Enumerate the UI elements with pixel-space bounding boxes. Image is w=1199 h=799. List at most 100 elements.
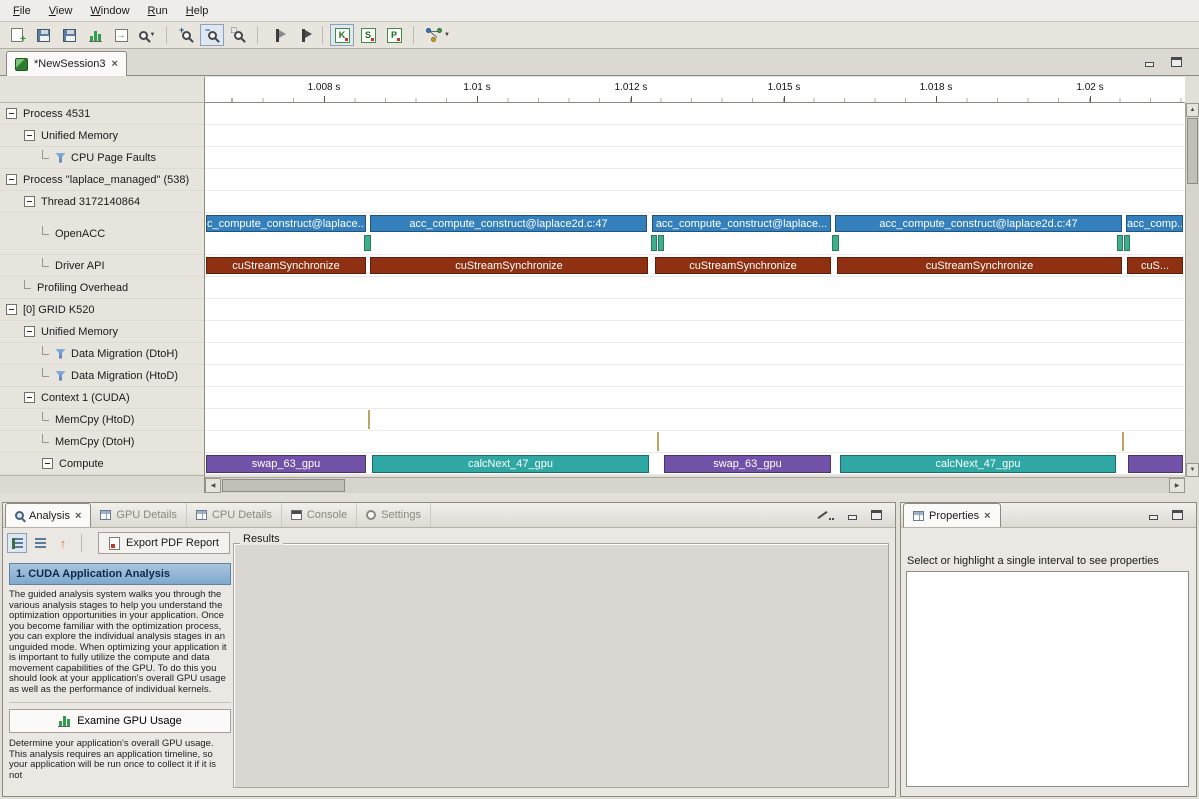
timeline-marker-openacc[interactable] [364,235,371,251]
timeline-marker-openacc[interactable] [832,235,839,251]
sidebar-row-context-1[interactable]: Context 1 (CUDA) [0,387,204,409]
memcpy-tick[interactable] [1122,432,1124,451]
menu-run[interactable]: Run [139,2,177,20]
menu-view[interactable]: View [40,2,82,20]
export-pdf-button[interactable]: Export PDF Report [98,532,230,554]
sidebar-row-data-migration-htod[interactable]: Data Migration (HtoD) [0,365,204,387]
collapse-icon[interactable] [24,326,35,337]
timeline-bar-openacc[interactable]: acc_compute_construct@laplace2d.c:47 [835,215,1122,232]
sidebar-row-memcpy-htod[interactable]: MemCpy (HtoD) [0,409,204,431]
next-marker-button[interactable] [291,24,315,46]
vertical-scrollbar[interactable]: ▲ ▼ [1185,103,1199,477]
timeline-bar-compute[interactable]: swap_63_gpu [664,455,831,473]
source-toggle-button[interactable]: S [356,24,380,46]
sidebar-row-data-migration-dtoh[interactable]: Data Migration (DtoH) [0,343,204,365]
timeline-marker-openacc[interactable] [1117,235,1123,251]
timeline-ruler[interactable]: 1.008 s 1.01 s 1.012 s 1.015 s 1.018 s 1… [205,77,1185,103]
timeline-bar-driver[interactable]: cuS... [1127,257,1183,274]
kernel-toggle-button[interactable]: K [330,24,354,46]
sidebar-row-profiling-overhead[interactable]: Profiling Overhead [0,277,204,299]
guided-view-button[interactable] [7,533,27,553]
tab-gpu-details[interactable]: GPU Details [91,503,187,527]
minimize-button[interactable] [1147,509,1160,521]
scroll-down-button[interactable]: ▼ [1186,463,1199,477]
zoom-fit-button[interactable]: □ [226,24,250,46]
maximize-button[interactable] [1170,56,1183,68]
timeline-bar-driver[interactable]: cuStreamSynchronize [206,257,366,274]
back-button[interactable]: ↑ [53,533,73,553]
timeline-bar-compute[interactable] [1128,455,1183,473]
collapse-icon[interactable] [24,196,35,207]
timeline-chart[interactable]: c_compute_construct@laplace... acc_compu… [205,103,1185,475]
timeline-bar-compute[interactable]: calcNext_47_gpu [840,455,1116,473]
memcpy-tick[interactable] [657,432,659,451]
prev-marker-button[interactable] [265,24,289,46]
close-icon[interactable]: × [112,58,118,70]
close-icon[interactable]: × [984,510,990,522]
collapse-icon[interactable] [24,130,35,141]
run-analysis-button[interactable]: ▼ [421,24,455,46]
pencil-icon[interactable] [817,509,831,521]
tab-settings[interactable]: Settings [357,503,431,527]
menu-window[interactable]: Window [81,2,138,20]
examine-gpu-usage-button[interactable]: Examine GPU Usage [9,709,231,733]
sidebar-row-process-laplace[interactable]: Process "laplace_managed" (538) [0,169,204,191]
memcpy-tick[interactable] [368,410,370,429]
sidebar-row-unified-memory[interactable]: Unified Memory [0,125,204,147]
close-icon[interactable]: × [75,510,81,522]
timeline-marker-openacc[interactable] [1124,235,1130,251]
sidebar-row-unified-memory-gpu[interactable]: Unified Memory [0,321,204,343]
timeline-bar-openacc[interactable]: acc_comp... [1126,215,1183,232]
export-button[interactable]: → [109,24,133,46]
unguided-view-button[interactable] [30,533,50,553]
zoom-out-button[interactable]: − [200,24,224,46]
menu-help[interactable]: Help [177,2,218,20]
maximize-button[interactable] [1171,509,1184,521]
scroll-right-button[interactable]: ▶ [1169,478,1185,493]
timeline-bar-openacc[interactable]: acc_compute_construct@laplace... [652,215,831,232]
timeline-bar-openacc[interactable]: acc_compute_construct@laplace2d.c:47 [370,215,647,232]
tab-properties[interactable]: Properties × [903,503,1001,527]
timeline-bar-openacc[interactable]: c_compute_construct@laplace... [206,215,366,232]
timeline-bar-compute[interactable]: calcNext_47_gpu [372,455,649,473]
tab-cpu-details[interactable]: CPU Details [187,503,282,527]
minimize-button[interactable] [846,509,859,521]
scroll-left-button[interactable]: ◀ [205,478,221,493]
timeline-bar-driver[interactable]: cuStreamSynchronize [655,257,831,274]
new-session-button[interactable]: + [5,24,29,46]
menu-file[interactable]: File [4,2,40,20]
collapse-icon[interactable] [42,458,53,469]
zoom-in-button[interactable]: + [174,24,198,46]
minimize-button[interactable] [1143,56,1156,68]
sidebar-row-cpu-page-faults[interactable]: CPU Page Faults [0,147,204,169]
sidebar-row-memcpy-dtoh[interactable]: MemCpy (DtoH) [0,431,204,453]
scroll-up-button[interactable]: ▲ [1186,103,1199,117]
collapse-icon[interactable] [6,108,17,119]
collapse-icon[interactable] [24,392,35,403]
save-all-button[interactable] [57,24,81,46]
search-options-button[interactable]: ▼ [135,24,159,46]
program-toggle-button[interactable]: P [382,24,406,46]
tab-analysis[interactable]: Analysis × [5,503,91,527]
sidebar-row-process-4531[interactable]: Process 4531 [0,103,204,125]
sidebar-row-compute[interactable]: Compute [0,453,204,475]
chart-view-button[interactable] [83,24,107,46]
scroll-thumb[interactable] [222,479,345,492]
sidebar-row-driver-api[interactable]: Driver API [0,255,204,277]
collapse-icon[interactable] [6,174,17,185]
save-button[interactable] [31,24,55,46]
timeline-marker-openacc[interactable] [651,235,657,251]
timeline-bar-compute[interactable]: swap_63_gpu [206,455,366,473]
sidebar-row-thread[interactable]: Thread 3172140864 [0,191,204,213]
collapse-icon[interactable] [6,304,17,315]
session-tab[interactable]: *NewSession3 × [6,51,127,76]
maximize-button[interactable] [870,509,883,521]
scroll-thumb[interactable] [1187,118,1198,184]
horizontal-scrollbar[interactable]: ◀ ▶ [205,477,1185,493]
timeline-marker-openacc[interactable] [658,235,664,251]
sidebar-row-grid-k520[interactable]: [0] GRID K520 [0,299,204,321]
timeline-bar-driver[interactable]: cuStreamSynchronize [837,257,1122,274]
tab-console[interactable]: Console [282,503,357,527]
timeline-bar-driver[interactable]: cuStreamSynchronize [370,257,648,274]
sidebar-row-openacc[interactable]: OpenACC [0,213,204,255]
